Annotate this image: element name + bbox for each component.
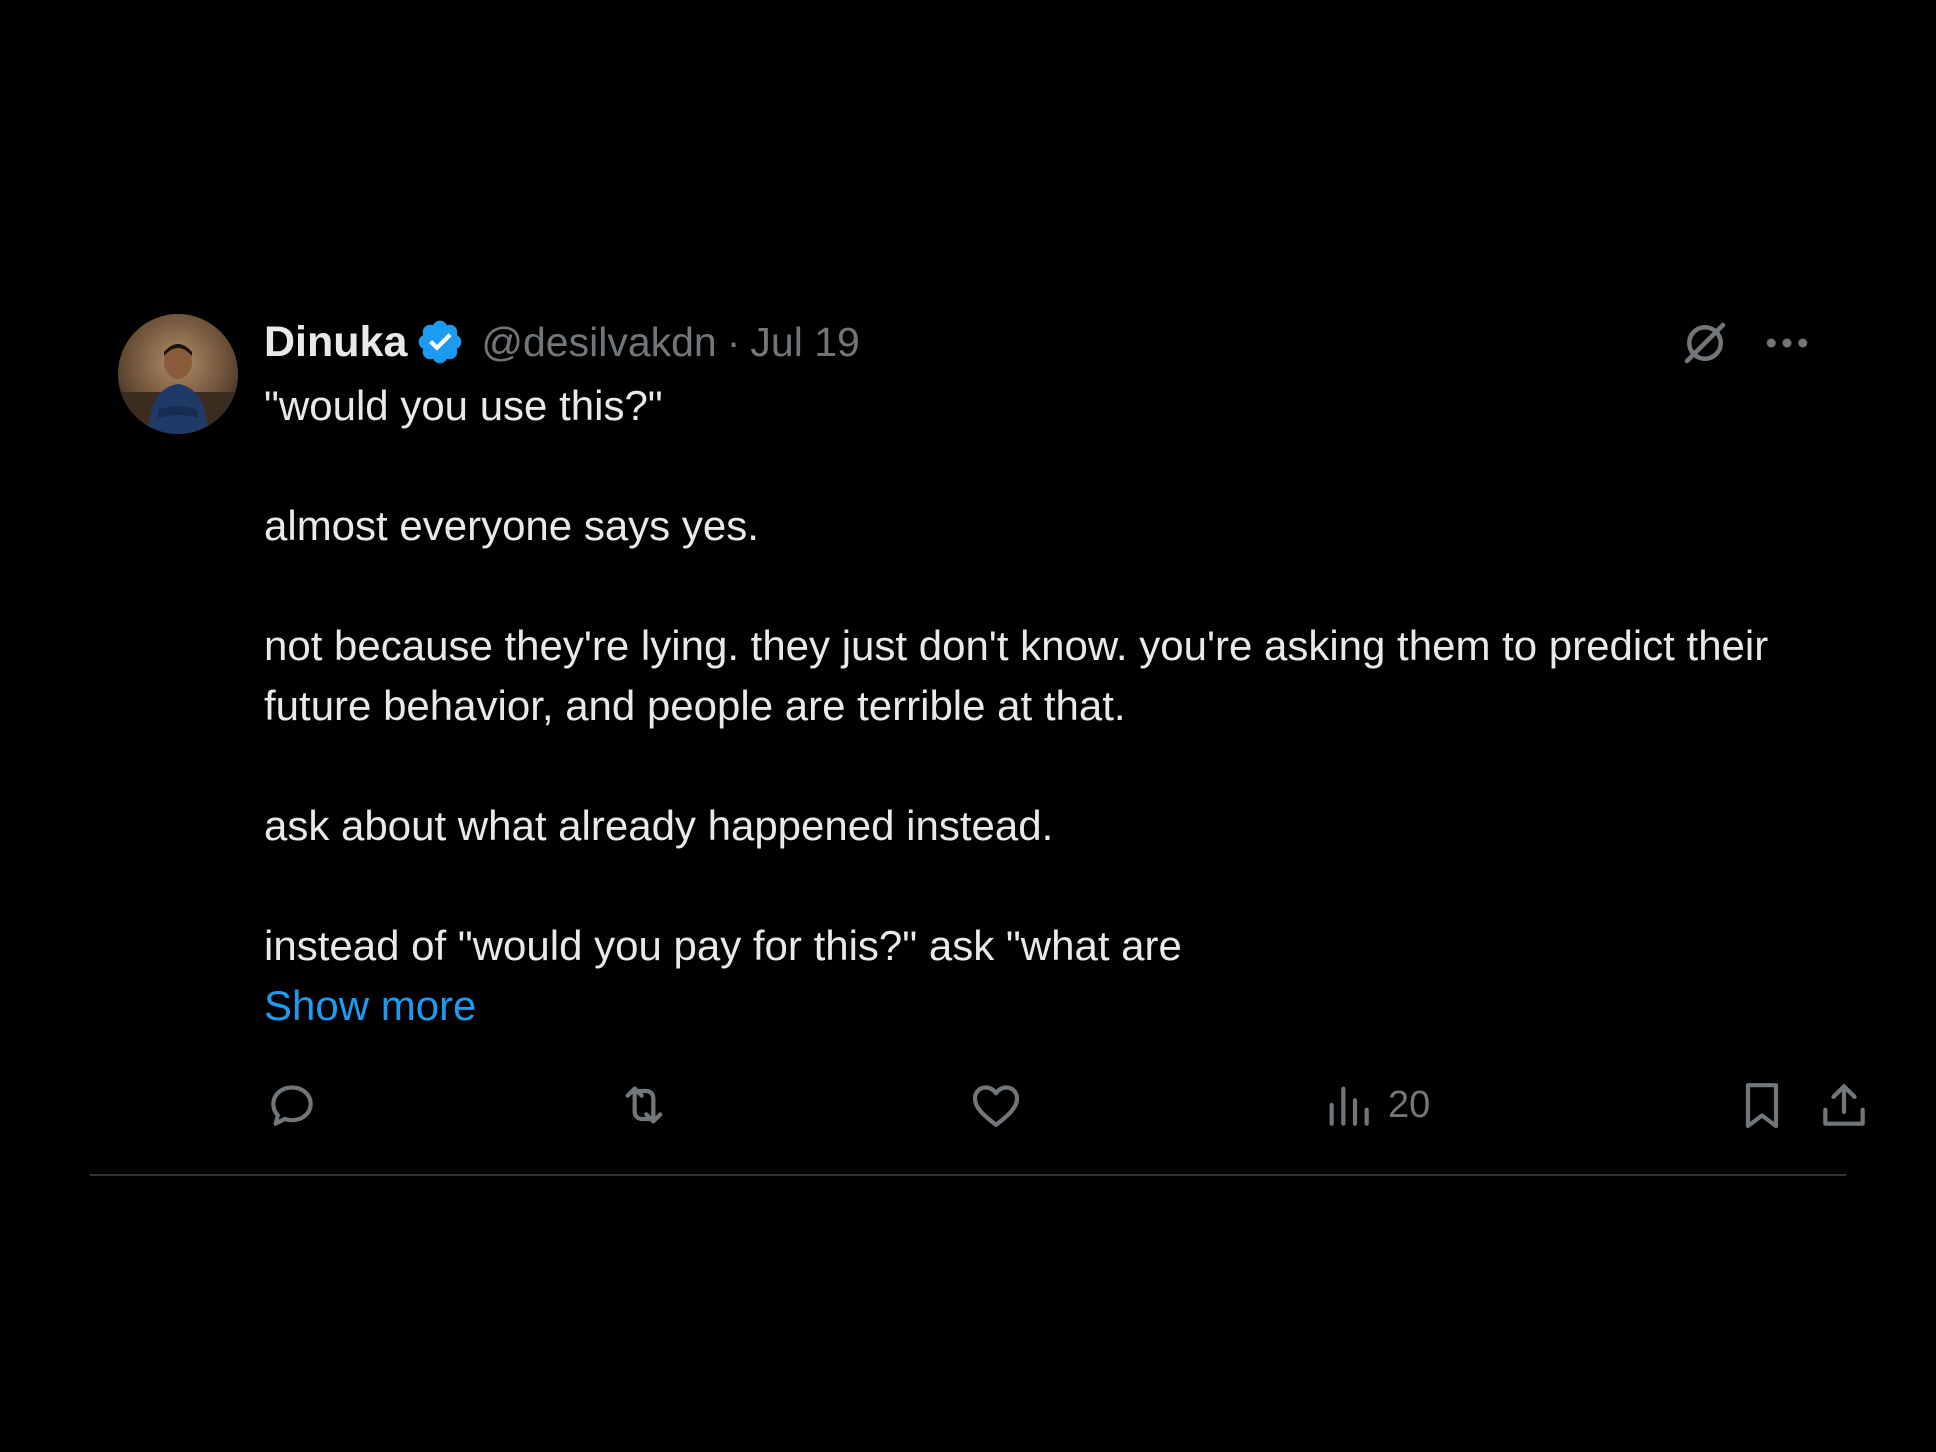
tweet-text-line: almost everyone says yes. (264, 502, 759, 549)
author-name[interactable]: Dinuka (264, 318, 407, 367)
reply-button[interactable] (264, 1070, 320, 1140)
repost-button[interactable] (616, 1070, 672, 1140)
share-button[interactable] (1816, 1070, 1872, 1140)
grok-icon[interactable] (1678, 316, 1732, 370)
verified-badge-icon (415, 317, 465, 367)
tweet-date[interactable]: Jul 19 (750, 319, 859, 366)
heart-icon (968, 1077, 1024, 1133)
views-count: 20 (1388, 1083, 1431, 1126)
tweet[interactable]: Dinuka @desilvakdn · Jul 19 "would you u… (90, 300, 1865, 1176)
share-icon (1816, 1077, 1872, 1133)
reply-icon (264, 1077, 320, 1133)
repost-icon (616, 1077, 672, 1133)
tweet-text-line: not because they're lying. they just don… (264, 622, 1769, 729)
views-button[interactable]: 20 (1320, 1070, 1430, 1140)
views-icon (1320, 1077, 1376, 1133)
show-more-link[interactable]: Show more (264, 976, 476, 1036)
separator-dot: · (726, 318, 741, 365)
bookmark-icon (1734, 1077, 1790, 1133)
like-button[interactable] (968, 1070, 1024, 1140)
avatar-image (118, 314, 238, 434)
tweet-text-line: instead of "would you pay for this?" ask… (264, 922, 1182, 969)
tweet-actions: 20 (264, 1070, 1865, 1140)
tweet-text: "would you use this?" almost everyone sa… (264, 376, 1784, 1036)
tweet-header: Dinuka @desilvakdn · Jul 19 (264, 314, 860, 370)
bookmark-button[interactable] (1734, 1070, 1790, 1140)
author-handle[interactable]: @desilvakdn (481, 319, 716, 366)
tweet-text-line: ask about what already happened instead. (264, 802, 1054, 849)
avatar[interactable] (118, 314, 238, 434)
tweet-text-line: "would you use this?" (264, 382, 663, 429)
more-icon[interactable] (1760, 316, 1814, 370)
